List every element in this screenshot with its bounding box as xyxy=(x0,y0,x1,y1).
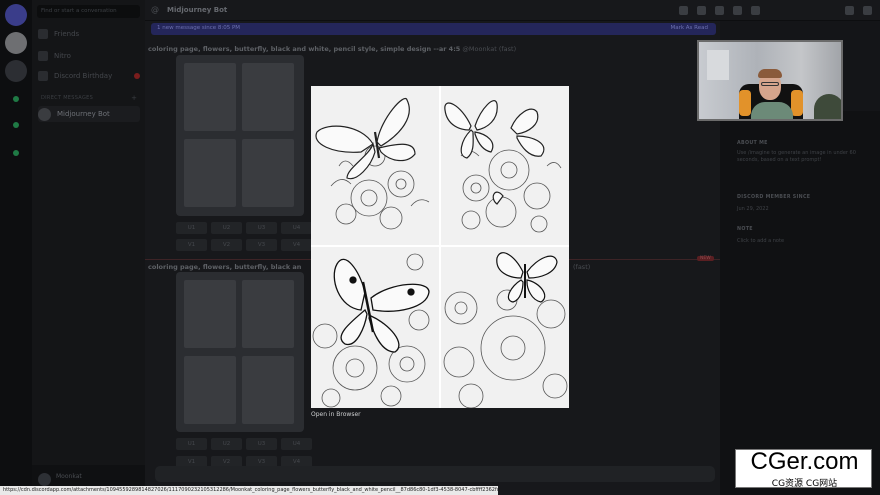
help-icon[interactable] xyxy=(863,6,872,15)
dm-sidebar: Find or start a conversation Friends Nit… xyxy=(32,0,145,495)
user-avatar[interactable] xyxy=(38,473,51,486)
coloring-page-image xyxy=(311,86,569,408)
sidebar-item-nitro[interactable]: Nitro xyxy=(38,48,140,64)
notification-badge xyxy=(134,73,140,79)
watermark-subtext: CG资源 CG网站 xyxy=(771,479,838,489)
channel-title: Midjourney Bot xyxy=(167,6,228,14)
v2-button[interactable]: V2 xyxy=(211,239,242,251)
message-prompt-2: coloring page, flowers, butterfly, black… xyxy=(148,263,302,271)
download-icon[interactable] xyxy=(13,150,19,156)
explore-icon[interactable] xyxy=(13,122,19,128)
friends-icon xyxy=(38,29,48,39)
new-tag: NEW xyxy=(697,256,714,261)
server-rail xyxy=(0,0,32,495)
message-input[interactable] xyxy=(155,466,715,482)
video-icon[interactable] xyxy=(697,6,706,15)
u3-button[interactable]: U3 xyxy=(246,438,277,450)
member-since-date: Jun 29, 2022 xyxy=(737,206,769,212)
note-label: NOTE xyxy=(737,227,753,232)
upscale-buttons: U1 U2 U3 U4 xyxy=(176,222,312,234)
u4-button[interactable]: U4 xyxy=(281,438,312,450)
about-me-label: ABOUT ME xyxy=(737,141,768,146)
add-friend-icon[interactable] xyxy=(733,6,742,15)
call-icon[interactable] xyxy=(679,6,688,15)
dm-header: DIRECT MESSAGES xyxy=(41,95,94,101)
dm-item-midjourney[interactable]: Midjourney Bot xyxy=(38,106,140,122)
open-in-browser-link[interactable]: Open in Browser xyxy=(311,411,361,418)
midjourney-server-icon[interactable] xyxy=(5,32,27,54)
banner-text: 1 new message since 8:05 PM xyxy=(157,25,241,31)
sidebar-item-friends[interactable]: Friends xyxy=(38,26,140,42)
new-messages-banner[interactable]: 1 new message since 8:05 PM Mark As Read xyxy=(151,23,716,35)
mark-as-read-button[interactable]: Mark As Read xyxy=(670,25,708,31)
u1-button[interactable]: U1 xyxy=(176,438,207,450)
note-input[interactable]: Click to add a note xyxy=(737,238,867,245)
u2-button[interactable]: U2 xyxy=(211,438,242,450)
u1-button[interactable]: U1 xyxy=(176,222,207,234)
upscale-buttons-2: U1 U2 U3 U4 xyxy=(176,438,312,450)
sidebar-item-birthday[interactable]: Discord Birthday xyxy=(38,68,140,84)
about-me-text: Use /imagine to generate an image in und… xyxy=(737,150,856,163)
message-author-2: (fast) xyxy=(573,263,591,271)
webcam-overlay xyxy=(697,40,843,121)
member-since-label: DISCORD MEMBER SINCE xyxy=(737,195,811,200)
enlarged-image[interactable] xyxy=(311,86,569,408)
discord-home-icon[interactable] xyxy=(5,4,27,26)
link-url-statusbar: https://cdn.discordapp.com/attachments/1… xyxy=(0,486,498,495)
u4-button[interactable]: U4 xyxy=(281,222,312,234)
nitro-icon xyxy=(38,51,48,61)
profile-icon[interactable] xyxy=(751,6,760,15)
user-name: Moonkat xyxy=(56,473,82,480)
image-grid-thumbnail-2[interactable] xyxy=(176,272,304,432)
v3-button[interactable]: V3 xyxy=(246,239,277,251)
variation-buttons: V1 V2 V3 V4 xyxy=(176,239,312,251)
v1-button[interactable]: V1 xyxy=(176,239,207,251)
avatar xyxy=(38,107,51,121)
create-dm-icon[interactable]: + xyxy=(131,94,137,102)
add-server-icon[interactable] xyxy=(13,96,19,102)
watermark-logo: CGer.com CG资源 CG网站 xyxy=(735,448,872,489)
u2-button[interactable]: U2 xyxy=(211,222,242,234)
pin-icon[interactable] xyxy=(715,6,724,15)
image-grid-thumbnail[interactable] xyxy=(176,55,304,216)
at-icon: @ xyxy=(151,5,159,14)
watermark-text: CGer.com xyxy=(750,448,859,475)
u3-button[interactable]: U3 xyxy=(246,222,277,234)
inbox-icon[interactable] xyxy=(845,6,854,15)
v4-button[interactable]: V4 xyxy=(281,239,312,251)
server-icon[interactable] xyxy=(5,60,27,82)
message-prompt: coloring page, flowers, butterfly, black… xyxy=(148,45,517,53)
conversation-search[interactable]: Find or start a conversation xyxy=(37,5,140,18)
gift-icon xyxy=(38,71,48,81)
chat-header: @ Midjourney Bot xyxy=(145,0,880,21)
